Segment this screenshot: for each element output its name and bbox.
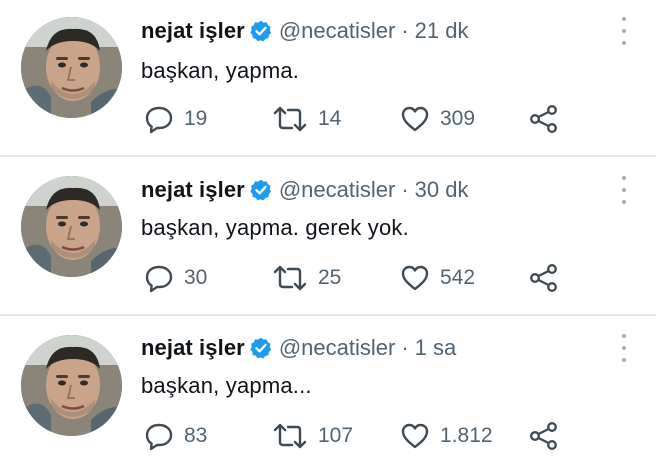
retweet-count: 14	[318, 107, 342, 130]
like-count: 1.812	[440, 424, 493, 447]
retweet-icon	[273, 265, 307, 291]
author-handle[interactable]: @necatisler	[279, 18, 396, 44]
tweet-text: başkan, yapma...	[141, 373, 312, 398]
reply-button[interactable]: 19	[144, 104, 207, 134]
tweet-actions: 83 107 1.812	[0, 421, 656, 451]
tweet[interactable]: nejat işler @necatisler · 30 dk başkan, …	[0, 157, 656, 314]
avatar-photo	[21, 17, 122, 118]
share-icon	[530, 264, 557, 292]
share-icon	[530, 422, 557, 450]
like-icon	[401, 423, 429, 449]
retweet-button[interactable]: 14	[272, 104, 341, 134]
reply-button[interactable]: 30	[144, 263, 207, 293]
share-button[interactable]	[528, 263, 560, 293]
tweet-header: nejat işler @necatisler · 21 dk	[141, 14, 468, 48]
like-button[interactable]: 1.812	[400, 421, 493, 451]
more-options-icon[interactable]	[618, 17, 630, 45]
reply-count: 19	[184, 107, 208, 130]
reply-button[interactable]: 83	[144, 421, 207, 451]
author-name[interactable]: nejat işler	[141, 335, 245, 361]
author-handle[interactable]: @necatisler	[279, 177, 396, 203]
author-handle[interactable]: @necatisler	[279, 335, 396, 361]
timestamp[interactable]: 1 sa	[415, 335, 457, 361]
tweet-text: başkan, yapma. gerek yok.	[141, 215, 409, 240]
retweet-button[interactable]: 25	[272, 263, 341, 293]
author-name[interactable]: nejat işler	[141, 177, 245, 203]
reply-icon	[145, 106, 173, 134]
reply-count: 30	[184, 266, 208, 289]
retweet-icon	[273, 106, 307, 132]
tweet-feed: nejat işler @necatisler · 21 dk başkan, …	[0, 0, 656, 467]
avatar[interactable]	[21, 17, 122, 118]
retweet-count: 107	[318, 424, 354, 447]
reply-count: 83	[184, 424, 208, 447]
share-icon	[530, 105, 557, 133]
author-name[interactable]: nejat işler	[141, 18, 245, 44]
tweet[interactable]: nejat işler @necatisler · 1 sa başkan, y…	[0, 316, 656, 467]
timestamp[interactable]: 21 dk	[415, 18, 469, 44]
tweet-actions: 19 14 309	[0, 104, 656, 134]
like-icon	[401, 106, 429, 132]
like-icon	[401, 265, 429, 291]
retweet-count: 25	[318, 266, 342, 289]
retweet-icon	[273, 423, 307, 449]
retweet-button[interactable]: 107	[272, 421, 353, 451]
verified-badge-icon	[250, 179, 272, 201]
separator-dot: ·	[401, 177, 409, 202]
tweet-text: başkan, yapma.	[141, 58, 300, 83]
like-button[interactable]: 542	[400, 263, 475, 293]
tweet-header: nejat işler @necatisler · 1 sa	[141, 331, 456, 365]
like-button[interactable]: 309	[400, 104, 475, 134]
separator-dot: ·	[401, 18, 409, 43]
share-button[interactable]	[528, 421, 560, 451]
reply-icon	[145, 265, 173, 293]
more-options-icon[interactable]	[618, 176, 630, 204]
reply-icon	[145, 423, 173, 451]
separator-dot: ·	[401, 335, 409, 360]
avatar-photo	[21, 176, 122, 277]
tweet-header: nejat işler @necatisler · 30 dk	[141, 173, 468, 207]
timestamp[interactable]: 30 dk	[415, 177, 469, 203]
like-count: 309	[440, 107, 476, 130]
avatar[interactable]	[21, 176, 122, 277]
share-button[interactable]	[528, 104, 560, 134]
verified-badge-icon	[250, 20, 272, 42]
tweet-actions: 30 25 542	[0, 263, 656, 293]
tweet[interactable]: nejat işler @necatisler · 21 dk başkan, …	[0, 0, 656, 154]
verified-badge-icon	[250, 337, 272, 359]
more-options-icon[interactable]	[618, 334, 630, 362]
like-count: 542	[440, 266, 476, 289]
